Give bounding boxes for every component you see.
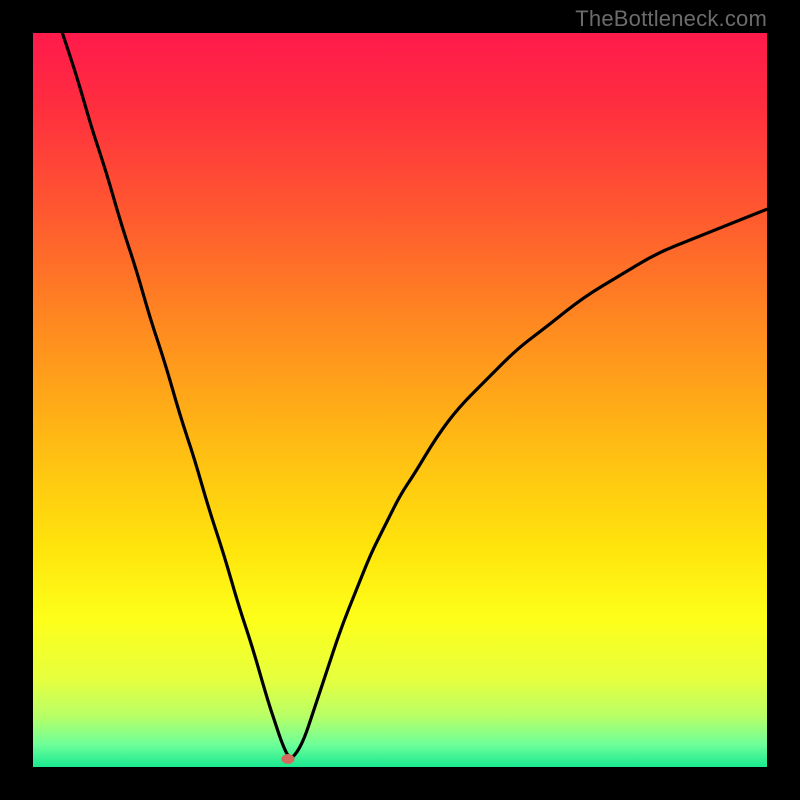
bottleneck-curve <box>33 33 767 767</box>
watermark-text: TheBottleneck.com <box>575 6 767 32</box>
optimum-marker <box>282 754 295 764</box>
chart-frame: TheBottleneck.com <box>0 0 800 800</box>
plot-area <box>33 33 767 767</box>
